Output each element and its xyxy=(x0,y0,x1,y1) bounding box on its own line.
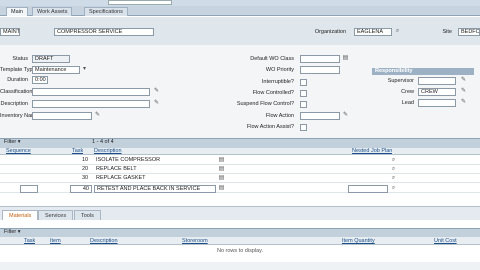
nested-plan-search-icon[interactable]: ⌕ xyxy=(390,157,397,164)
col-mat-storeroom[interactable]: Storeroom xyxy=(182,238,208,245)
responsibility-section-title: Responsibility xyxy=(372,68,474,75)
description-lookup-icon[interactable]: ✎ xyxy=(153,100,160,107)
sequence-input[interactable] xyxy=(20,185,38,193)
wo-priority-label: WO Priority xyxy=(265,67,294,73)
col-mat-description[interactable]: Description xyxy=(90,238,118,245)
interruptible-checkbox[interactable] xyxy=(300,79,307,86)
lead-label: Lead xyxy=(401,100,414,106)
flow-action-label: Flow Action xyxy=(265,113,294,119)
tab-main[interactable]: Main xyxy=(6,7,28,16)
default-wo-class-icon[interactable]: ▤ xyxy=(342,55,349,62)
lead-field[interactable] xyxy=(418,99,456,107)
site-field[interactable]: BEDFO xyxy=(458,28,480,36)
crew-label: Crew xyxy=(401,89,414,95)
col-sequence[interactable]: Sequence xyxy=(6,148,31,155)
flow-controlled-checkbox[interactable] xyxy=(300,90,307,97)
col-mat-task[interactable]: Task xyxy=(24,238,35,245)
flow-controlled-label: Flow Controlled? xyxy=(252,90,294,96)
task-description: REPLACE GASKET xyxy=(96,175,146,181)
job-plan-id-field[interactable]: MAINT4A xyxy=(0,28,20,36)
job-plan-description-field[interactable]: COMPRESSOR SERVICE xyxy=(54,28,154,36)
template-type-label: Template Type xyxy=(0,67,36,73)
flow-action-field[interactable] xyxy=(300,112,340,120)
supervisor-label: Supervisor xyxy=(387,78,414,84)
tab-specifications[interactable]: Specifications xyxy=(84,7,128,16)
duration-label: Duration xyxy=(7,77,28,83)
inventory-name-lookup-icon[interactable]: ✎ xyxy=(94,112,101,119)
col-description[interactable]: Description xyxy=(94,148,122,155)
materials-table-toolbar xyxy=(0,228,480,237)
supervisor-lookup-icon[interactable]: ✎ xyxy=(460,77,467,84)
chevron-down-icon[interactable]: ▾ xyxy=(81,66,88,73)
inventory-name-field[interactable] xyxy=(32,112,92,120)
classification-field[interactable] xyxy=(32,88,150,96)
task-number: 10 xyxy=(82,157,89,163)
col-task[interactable]: Task xyxy=(72,148,83,155)
task-number: 20 xyxy=(82,166,89,172)
task-description-input[interactable]: RETEST AND PLACE BACK IN SERVICE xyxy=(94,185,216,193)
flow-action-lookup-icon[interactable]: ✎ xyxy=(342,112,349,119)
col-mat-item-quantity[interactable]: Item Quantity xyxy=(342,238,375,245)
task-number-input[interactable]: 40 xyxy=(70,185,92,193)
col-nested-job-plan[interactable]: Nested Job Plan xyxy=(352,148,392,155)
organization-search-icon[interactable]: ⌕ xyxy=(394,28,401,35)
crew-lookup-icon[interactable]: ✎ xyxy=(460,88,467,95)
lead-lookup-icon[interactable]: ✎ xyxy=(460,99,467,106)
task-description: ISOLATE COMPRESSOR xyxy=(96,157,161,163)
empty-table-message: No rows to display. xyxy=(216,248,264,254)
suspend-flow-checkbox[interactable] xyxy=(300,101,307,108)
interruptible-label: Interruptible? xyxy=(261,79,294,85)
tasks-filter-button[interactable]: Filter ▾ xyxy=(4,139,21,146)
nested-job-plan-input[interactable] xyxy=(348,185,388,193)
tab-work-assets[interactable]: Work Assets xyxy=(32,7,73,16)
default-wo-class-label: Default WO Class xyxy=(250,56,294,62)
tasks-pager: 1 - 4 of 4 xyxy=(92,139,114,145)
col-mat-item[interactable]: Item xyxy=(50,238,61,245)
status-label: Status xyxy=(12,56,28,62)
table-row[interactable] xyxy=(0,156,480,165)
template-type-select[interactable]: Maintenance xyxy=(32,66,80,74)
task-number: 30 xyxy=(82,175,89,181)
tasks-table-toolbar xyxy=(0,138,480,148)
wo-priority-field[interactable] xyxy=(300,66,340,74)
duration-field[interactable]: 0:00 xyxy=(32,76,48,84)
flow-action-assist-checkbox[interactable] xyxy=(300,124,307,131)
inventory-name-label: Inventory Name xyxy=(0,113,39,119)
table-row[interactable] xyxy=(0,165,480,174)
organization-field[interactable]: EAGLENA xyxy=(354,28,392,36)
supervisor-field[interactable] xyxy=(418,77,456,85)
nested-plan-search-icon[interactable]: ⌕ xyxy=(390,166,397,173)
nested-plan-search-icon[interactable]: ⌕ xyxy=(390,175,397,182)
task-description: REPLACE BELT xyxy=(96,166,137,172)
classification-label: Classification xyxy=(0,89,33,95)
long-description-icon[interactable]: ▤ xyxy=(218,166,225,173)
col-mat-unit-cost[interactable]: Unit Cost xyxy=(434,238,457,245)
status-field: DRAFT xyxy=(32,55,70,63)
description-field[interactable] xyxy=(32,100,150,108)
long-description-icon[interactable]: ▤ xyxy=(218,157,225,164)
tab-materials[interactable]: Materials xyxy=(2,210,39,220)
tab-tools[interactable]: Tools xyxy=(74,210,101,220)
tab-services[interactable]: Services xyxy=(38,210,74,220)
top-search-field[interactable] xyxy=(108,0,172,5)
long-description-icon[interactable]: ▤ xyxy=(218,185,225,192)
flow-action-assist-label: Flow Action Assist? xyxy=(246,124,294,130)
nested-plan-search-icon[interactable]: ⌕ xyxy=(390,185,397,192)
table-row[interactable] xyxy=(0,174,480,183)
organization-label: Organization xyxy=(314,29,346,35)
description-label: Description xyxy=(0,101,28,107)
long-description-icon[interactable]: ▤ xyxy=(218,175,225,182)
materials-filter-button[interactable]: Filter ▾ xyxy=(4,229,21,236)
suspend-flow-label: Suspend Flow Control? xyxy=(236,101,294,107)
materials-column-header xyxy=(0,237,480,245)
page-footer xyxy=(0,262,480,270)
default-wo-class-field[interactable] xyxy=(300,55,340,63)
crew-field[interactable]: CREW xyxy=(418,88,456,96)
classification-lookup-icon[interactable]: ✎ xyxy=(153,88,160,95)
site-label: Site xyxy=(442,29,452,35)
